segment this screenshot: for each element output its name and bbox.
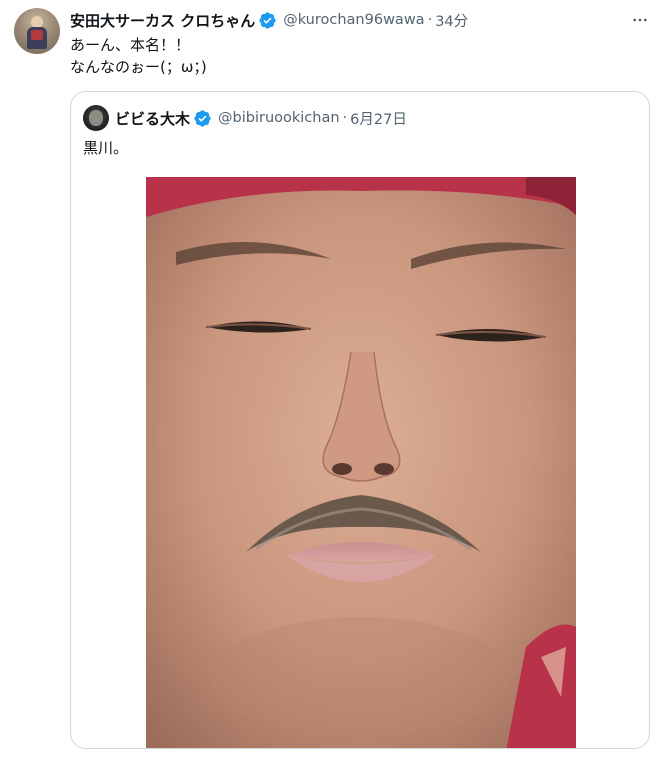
quoted-avatar-face [89, 110, 103, 126]
header-separator: · [427, 12, 433, 28]
quoted-author-avatar [83, 105, 109, 131]
quoted-author-handle: @bibiruookichan [218, 110, 340, 126]
tweet-text-line-1: あーん、本名！！ [70, 36, 191, 54]
more-options-icon[interactable] [628, 8, 652, 32]
verified-badge-icon [259, 11, 276, 29]
tweet-text: あーん、本名！！ なんなのぉー(；ω；) [70, 34, 207, 78]
quoted-tweet-date: 6月27日 [350, 111, 407, 128]
quoted-tweet-photo[interactable] [146, 177, 576, 748]
author-avatar[interactable] [14, 8, 60, 54]
tweet-text-line-2: なんなのぉー(；ω；) [70, 58, 207, 76]
quoted-header-separator: · [342, 110, 348, 126]
author-handle[interactable]: @kurochan96wawa [283, 12, 424, 28]
quoted-author-display-name: ビビる大木 [115, 109, 191, 128]
tweet-timestamp[interactable]: 34分 [435, 10, 468, 31]
quoted-tweet-header: ビビる大木 @bibiruookichan · 6月27日 [115, 106, 407, 130]
verified-badge-icon [194, 109, 211, 127]
quoted-tweet-text: 黒川。 [83, 139, 129, 157]
tweet[interactable]: 安田大サーカス クロちゃん @kurochan96wawa · 34分 あーん、… [0, 0, 666, 764]
avatar-figure-shirt [31, 30, 43, 40]
author-display-name[interactable]: 安田大サーカス クロちゃん [70, 10, 255, 31]
face-closeup-illustration [146, 177, 576, 748]
quoted-tweet[interactable]: ビビる大木 @bibiruookichan · 6月27日 黒川。 [70, 91, 650, 749]
more-options-icon-svg [633, 18, 647, 22]
tweet-header: 安田大サーカス クロちゃん @kurochan96wawa · 34分 [70, 8, 468, 32]
